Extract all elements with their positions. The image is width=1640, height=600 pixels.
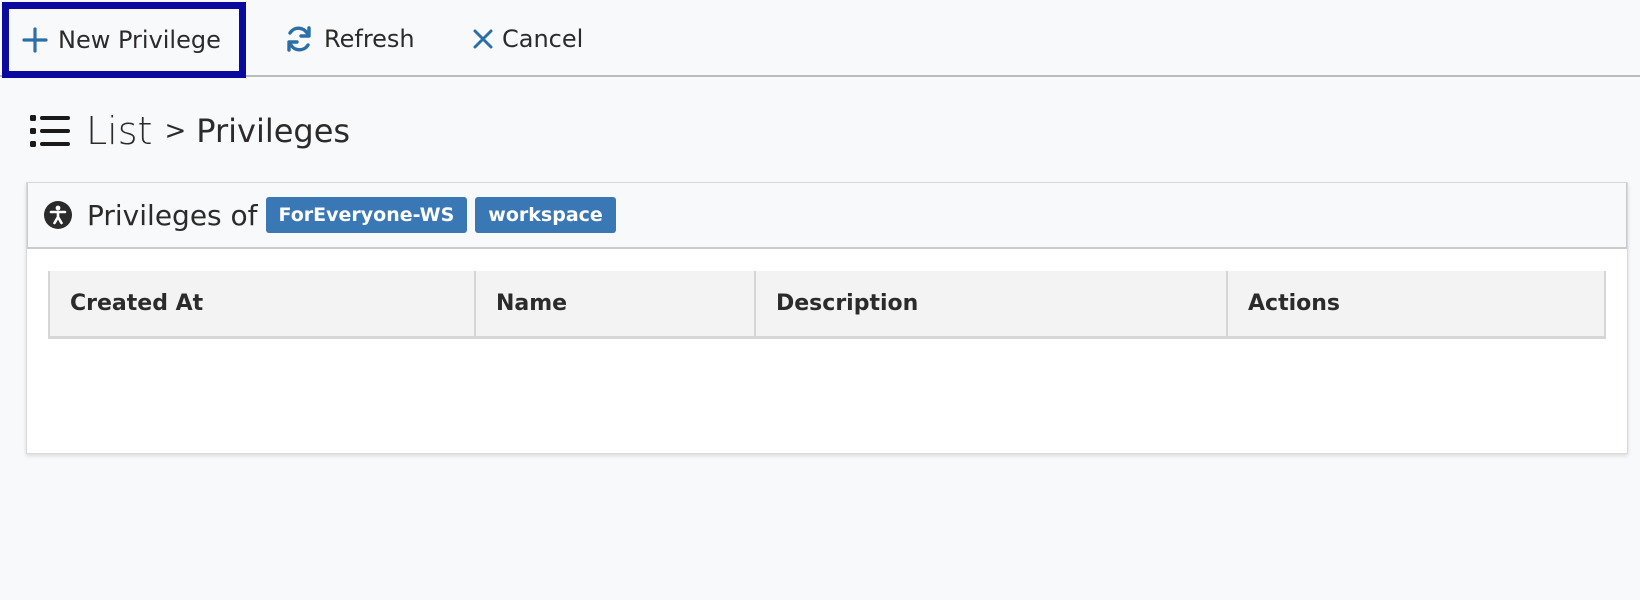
breadcrumb-current: Privileges (196, 112, 351, 150)
refresh-label: Refresh (324, 24, 415, 53)
panel-title: Privileges of (87, 198, 258, 232)
new-privilege-button[interactable]: New Privilege (2, 2, 246, 78)
column-header-created-at[interactable]: Created At (48, 271, 476, 339)
breadcrumb-list-link[interactable]: List (86, 109, 152, 153)
scope-type-tag: workspace (475, 197, 616, 233)
breadcrumb-separator: > (164, 116, 187, 146)
plus-icon (22, 27, 48, 53)
refresh-button[interactable]: Refresh (284, 0, 415, 77)
new-privilege-label: New Privilege (58, 26, 221, 54)
toolbar: New Privilege Refresh Cancel (0, 0, 1640, 78)
list-icon (30, 114, 70, 148)
refresh-icon (284, 24, 314, 54)
privileges-table: Created At Name Description Actions (48, 271, 1606, 339)
column-header-description[interactable]: Description (755, 271, 1228, 339)
column-header-name[interactable]: Name (475, 271, 756, 339)
table-header-row: Created At Name Description Actions (48, 271, 1606, 339)
accessibility-icon (43, 200, 73, 230)
panel-header: Privileges of ForEveryone-WS workspace (27, 183, 1627, 249)
privileges-panel: Privileges of ForEveryone-WS workspace C… (26, 182, 1628, 454)
breadcrumb: List > Privileges (30, 106, 350, 156)
cancel-button[interactable]: Cancel (472, 0, 583, 77)
cancel-label: Cancel (502, 24, 584, 53)
workspace-name-tag: ForEveryone-WS (265, 197, 468, 233)
close-icon (472, 28, 494, 50)
column-header-actions: Actions (1227, 271, 1606, 339)
